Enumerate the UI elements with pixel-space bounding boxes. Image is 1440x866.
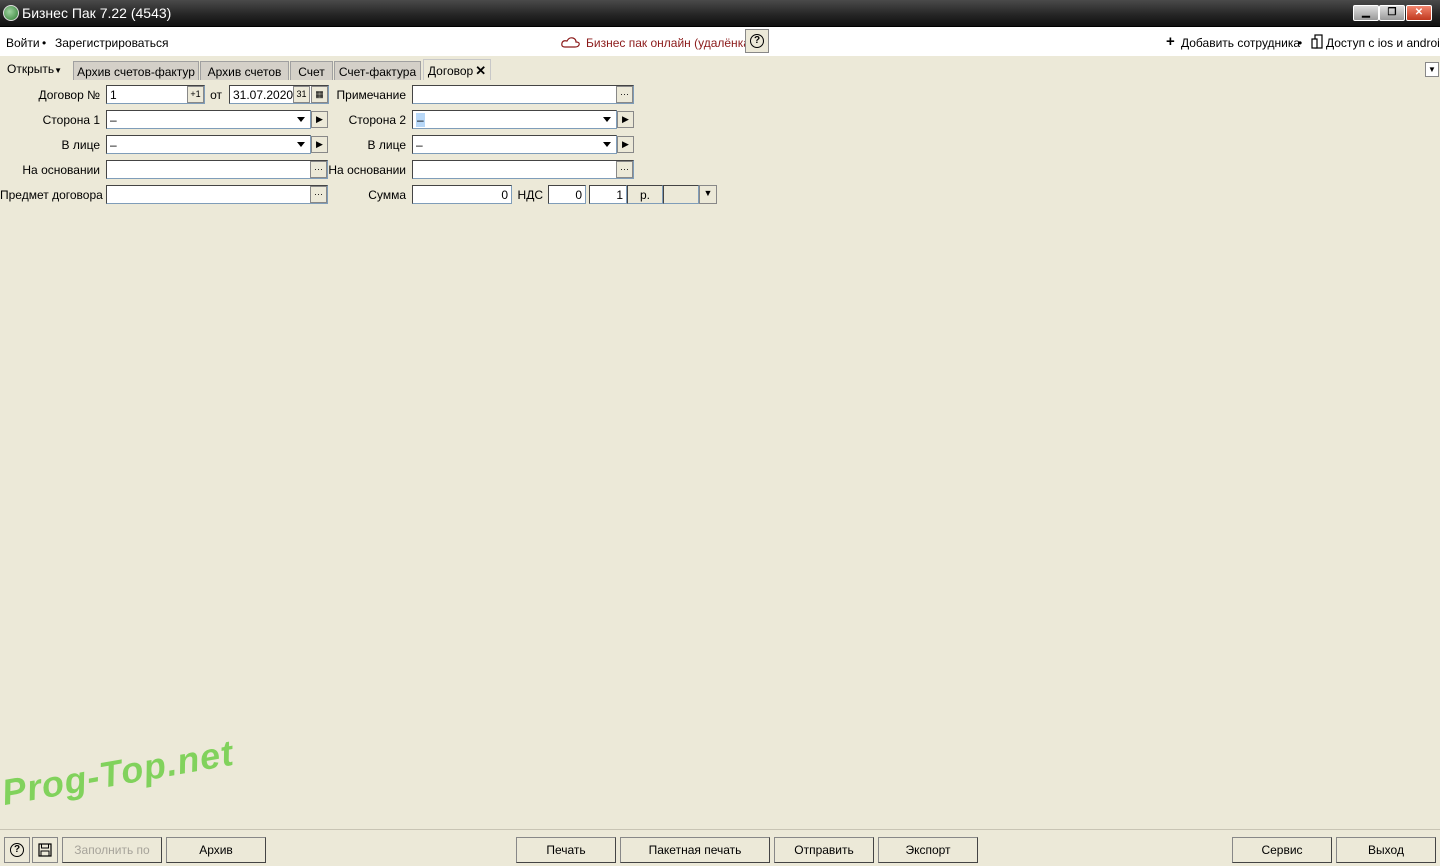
floppy-icon <box>38 843 52 857</box>
side2-open-button[interactable]: ▶ <box>617 111 634 128</box>
side1-select[interactable]: – <box>106 110 311 129</box>
side1-open-button[interactable]: ▶ <box>311 111 328 128</box>
login-link[interactable]: Войти <box>6 36 40 50</box>
online-link[interactable]: Бизнес пак онлайн (удалёнка) <box>586 36 754 50</box>
watermark: Prog-Top.net <box>0 731 237 814</box>
rate-input[interactable]: 1 <box>589 185 627 204</box>
menu-bar: Войти • Зарегистрироваться Бизнес пак он… <box>0 27 1440 56</box>
restore-button[interactable]: ❐ <box>1379 5 1405 21</box>
sum-input[interactable]: 0 <box>412 185 512 204</box>
person2-label: В лице <box>367 138 406 152</box>
fill-from-button[interactable]: Заполнить по <box>62 837 162 863</box>
basis1-input[interactable] <box>106 160 328 179</box>
open-menu[interactable]: Открыть▼ <box>7 62 62 76</box>
vat-label: НДС <box>517 188 543 202</box>
basis2-ellipsis-button[interactable]: ··· <box>616 161 633 178</box>
tab-invoice-archive[interactable]: Архив счетов-фактур <box>73 61 199 80</box>
menu-separator: • <box>42 36 47 50</box>
side2-select[interactable]: – <box>412 110 617 129</box>
tab-contract-label: Договор <box>427 64 474 78</box>
chevron-down-icon: ▼ <box>703 188 713 198</box>
app-logo-icon <box>3 5 19 21</box>
date-from-label: от <box>210 88 222 102</box>
bottom-toolbar: ? Заполнить по Архив Печать Пакетная печ… <box>0 829 1440 866</box>
day-button[interactable]: 31 <box>293 86 310 103</box>
note-label: Примечание <box>336 88 406 102</box>
archive-button[interactable]: Архив <box>166 837 266 863</box>
help-button[interactable]: ? <box>745 29 769 53</box>
vat-input[interactable]: 0 <box>548 185 586 204</box>
chevron-down-icon[interactable] <box>603 142 611 147</box>
basis2-input[interactable] <box>412 160 634 179</box>
tab-bill-archive[interactable]: Архив счетов <box>200 61 289 80</box>
exit-button[interactable]: Выход <box>1336 837 1436 863</box>
basis1-label: На основании <box>22 163 100 177</box>
subject-ellipsis-button[interactable]: ··· <box>310 186 327 203</box>
person2-open-button[interactable]: ▶ <box>617 136 634 153</box>
save-button[interactable] <box>32 837 58 863</box>
tab-bill[interactable]: Счет <box>290 61 333 80</box>
contract-no-label: Договор № <box>38 88 100 102</box>
chevron-down-icon[interactable] <box>297 117 305 122</box>
add-employee-link[interactable]: Добавить сотрудника <box>1181 36 1300 50</box>
open-menu-label: Открыть <box>7 62 55 76</box>
subject-input[interactable] <box>106 185 328 204</box>
person1-select[interactable]: – <box>106 135 311 154</box>
help-round-button[interactable]: ? <box>4 837 30 863</box>
side2-value: – <box>416 113 425 127</box>
tab-contract[interactable]: Договор ✕ <box>423 59 491 80</box>
register-link[interactable]: Зарегистрироваться <box>55 36 168 50</box>
note-ellipsis-button[interactable]: ··· <box>616 86 633 103</box>
caret-down-icon: ▼ <box>54 66 63 75</box>
person2-select[interactable]: – <box>412 135 617 154</box>
print-button[interactable]: Печать <box>516 837 616 863</box>
close-button[interactable]: ✕ <box>1406 5 1432 21</box>
person1-label: В лице <box>61 138 100 152</box>
currency-select[interactable] <box>663 185 699 204</box>
batch-print-button[interactable]: Пакетная печать <box>620 837 770 863</box>
plus-icon: + <box>1166 33 1175 50</box>
export-button[interactable]: Экспорт <box>878 837 978 863</box>
tab-invoice[interactable]: Счет-фактура <box>334 61 421 80</box>
increment-button[interactable]: +1 <box>187 86 204 103</box>
chevron-down-icon[interactable] <box>603 117 611 122</box>
help-icon: ? <box>750 34 764 48</box>
window-title: Бизнес Пак 7.22 (4543) <box>22 5 172 21</box>
tab-close-icon[interactable]: ✕ <box>475 63 486 78</box>
service-button[interactable]: Сервис <box>1232 837 1332 863</box>
mobile-access-link[interactable]: Доступ с ios и android <box>1326 36 1440 50</box>
subject-label: Предмет договора <box>0 188 103 202</box>
help-icon: ? <box>10 843 24 857</box>
title-bar: Бизнес Пак 7.22 (4543) ▁ ❐ ✕ <box>0 0 1440 27</box>
tab-bar: Открыть▼ Архив счетов-фактур Архив счето… <box>0 56 1440 80</box>
minimize-button[interactable]: ▁ <box>1353 5 1379 21</box>
note-input[interactable] <box>412 85 634 104</box>
side2-label: Сторона 2 <box>348 113 406 127</box>
currency-label: р. <box>627 185 663 204</box>
sum-label: Сумма <box>368 188 406 202</box>
person1-open-button[interactable]: ▶ <box>311 136 328 153</box>
send-button[interactable]: Отправить <box>774 837 874 863</box>
currency-dropdown-button[interactable]: ▼ <box>699 185 717 204</box>
chevron-down-icon[interactable] <box>297 142 305 147</box>
mobile-icon <box>1311 34 1323 49</box>
calendar-icon[interactable]: ▦ <box>311 86 328 103</box>
tab-list-dropdown[interactable]: ▼ <box>1425 62 1439 77</box>
cloud-icon <box>561 37 580 48</box>
menu-separator-2: • <box>1298 36 1303 50</box>
basis2-label: На основании <box>328 163 406 177</box>
side1-label: Сторона 1 <box>42 113 100 127</box>
